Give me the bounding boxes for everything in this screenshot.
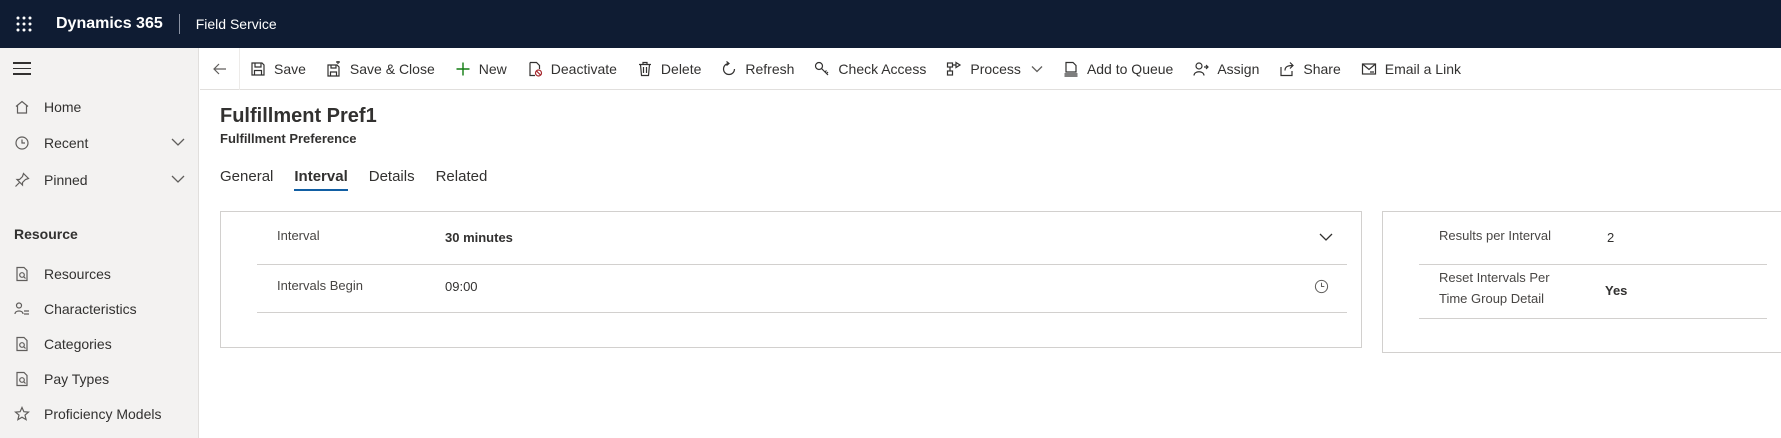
refresh-label: Refresh — [745, 60, 795, 77]
sidebar-section-title: Resource — [14, 226, 78, 242]
save-icon — [251, 61, 265, 76]
email-link-button[interactable]: Email a Link — [1351, 48, 1471, 90]
process-icon — [947, 60, 962, 76]
process-label: Process — [970, 60, 1021, 77]
plus-icon — [456, 62, 470, 75]
star-icon — [14, 406, 30, 422]
home-icon — [14, 99, 30, 115]
pin-icon — [14, 172, 30, 188]
save-label: Save — [274, 60, 306, 77]
topbar-divider — [178, 14, 180, 34]
key-icon — [815, 61, 829, 75]
sidebar-item-categories[interactable]: Categories — [0, 327, 199, 361]
new-button[interactable]: New — [445, 48, 517, 90]
sidebar-item-label: Resources — [44, 266, 111, 282]
interval-field-row: Interval 30 minutes — [257, 212, 1347, 265]
hamburger-menu-icon[interactable] — [13, 62, 31, 76]
deactivate-icon — [529, 61, 542, 77]
intervals-begin-input[interactable]: 09:00 — [445, 279, 478, 294]
email-link-icon — [1361, 62, 1376, 75]
sidebar-item-characteristics[interactable]: Characteristics — [0, 292, 199, 326]
interval-select[interactable]: 30 minutes — [445, 230, 513, 245]
top-navigation-bar: Dynamics 365 Field Service — [0, 0, 1781, 48]
sidebar-item-label: Home — [44, 99, 82, 115]
results-section: Results per Interval 2 Reset Intervals P… — [1382, 211, 1781, 353]
add-to-queue-button[interactable]: Add to Queue — [1053, 48, 1183, 90]
app-name[interactable]: Field Service — [196, 16, 277, 32]
chevron-down-icon[interactable] — [171, 174, 185, 184]
reset-intervals-label-line1: Reset Intervals Per — [1439, 270, 1550, 285]
reset-intervals-field-row: Reset Intervals Per Time Group Detail Ye… — [1419, 265, 1767, 319]
clock-icon[interactable] — [1314, 279, 1329, 294]
chevron-down-icon[interactable] — [171, 137, 185, 147]
record-entity-name: Fulfillment Preference — [220, 131, 357, 146]
add-to-queue-label: Add to Queue — [1086, 60, 1174, 77]
sidebar: Home Recent Pinned Resource Resources Ch… — [0, 48, 199, 438]
check-access-label: Check Access — [838, 60, 927, 77]
sidebar-item-label: Proficiency Models — [44, 406, 162, 422]
save-button[interactable]: Save — [240, 48, 316, 90]
share-button[interactable]: Share — [1269, 48, 1350, 90]
sidebar-item-label: Characteristics — [44, 301, 137, 317]
back-button[interactable] — [200, 47, 240, 90]
sidebar-item-proficiency-models[interactable]: Proficiency Models — [0, 397, 199, 431]
sidebar-item-resources[interactable]: Resources — [0, 257, 199, 291]
record-title: Fulfillment Pref1 — [220, 105, 377, 127]
delete-label: Delete — [660, 60, 702, 77]
interval-label: Interval — [277, 228, 320, 243]
chevron-down-icon[interactable] — [1031, 63, 1043, 75]
brand-name[interactable]: Dynamics 365 — [56, 15, 163, 33]
refresh-button[interactable]: Refresh — [711, 48, 804, 90]
intervals-begin-label: Intervals Begin — [277, 278, 363, 293]
tab-related[interactable]: Related — [436, 168, 488, 191]
sidebar-item-label: Categories — [44, 336, 112, 352]
person-list-icon — [14, 301, 30, 317]
check-access-button[interactable]: Check Access — [804, 48, 936, 90]
deactivate-label: Deactivate — [550, 60, 617, 77]
tab-details[interactable]: Details — [369, 168, 415, 191]
tab-general[interactable]: General — [220, 168, 273, 191]
reset-intervals-toggle[interactable]: Yes — [1605, 283, 1627, 298]
sidebar-item-pinned[interactable]: Pinned — [0, 163, 199, 197]
results-per-interval-label: Results per Interval — [1439, 228, 1551, 243]
save-close-icon — [327, 60, 340, 77]
sidebar-item-label: Pinned — [44, 172, 88, 188]
assign-button[interactable]: Assign — [1183, 48, 1269, 90]
share-label: Share — [1303, 60, 1341, 77]
results-per-interval-input[interactable]: 2 — [1607, 230, 1614, 245]
document-search-icon — [14, 336, 30, 352]
queue-icon — [1064, 61, 1078, 77]
intervals-begin-field-row: Intervals Begin 09:00 — [257, 265, 1347, 313]
sidebar-item-label: Pay Types — [44, 371, 110, 387]
sidebar-item-home[interactable]: Home — [0, 90, 199, 124]
chevron-down-icon[interactable] — [1319, 232, 1333, 242]
email-link-label: Email a Link — [1384, 60, 1461, 77]
app-launcher-icon[interactable] — [0, 0, 48, 48]
document-search-icon — [14, 371, 30, 387]
delete-button[interactable]: Delete — [627, 48, 711, 90]
command-bar: Save Save & Close New Deactivate Delete … — [200, 47, 1781, 90]
trash-icon — [638, 61, 651, 76]
arrow-left-icon — [212, 63, 226, 74]
save-close-label: Save & Close — [349, 60, 435, 77]
assign-label: Assign — [1217, 60, 1260, 77]
tab-interval[interactable]: Interval — [294, 168, 349, 191]
share-icon — [1280, 61, 1295, 76]
sidebar-item-recent[interactable]: Recent — [0, 126, 199, 160]
form-tabs: General Interval Details Related — [220, 168, 508, 191]
interval-section: Interval 30 minutes Intervals Begin 09:0… — [220, 211, 1362, 348]
clock-icon — [14, 135, 30, 151]
results-per-interval-field-row: Results per Interval 2 — [1419, 212, 1767, 265]
document-search-icon — [14, 266, 30, 282]
process-button[interactable]: Process — [936, 48, 1053, 90]
person-assign-icon — [1193, 61, 1210, 76]
refresh-icon — [723, 60, 736, 75]
sidebar-item-pay-types[interactable]: Pay Types — [0, 362, 199, 396]
deactivate-button[interactable]: Deactivate — [517, 48, 627, 90]
save-and-close-button[interactable]: Save & Close — [316, 48, 445, 90]
reset-intervals-label-line2: Time Group Detail — [1439, 291, 1544, 306]
new-label: New — [478, 60, 507, 77]
sidebar-item-label: Recent — [44, 135, 89, 151]
